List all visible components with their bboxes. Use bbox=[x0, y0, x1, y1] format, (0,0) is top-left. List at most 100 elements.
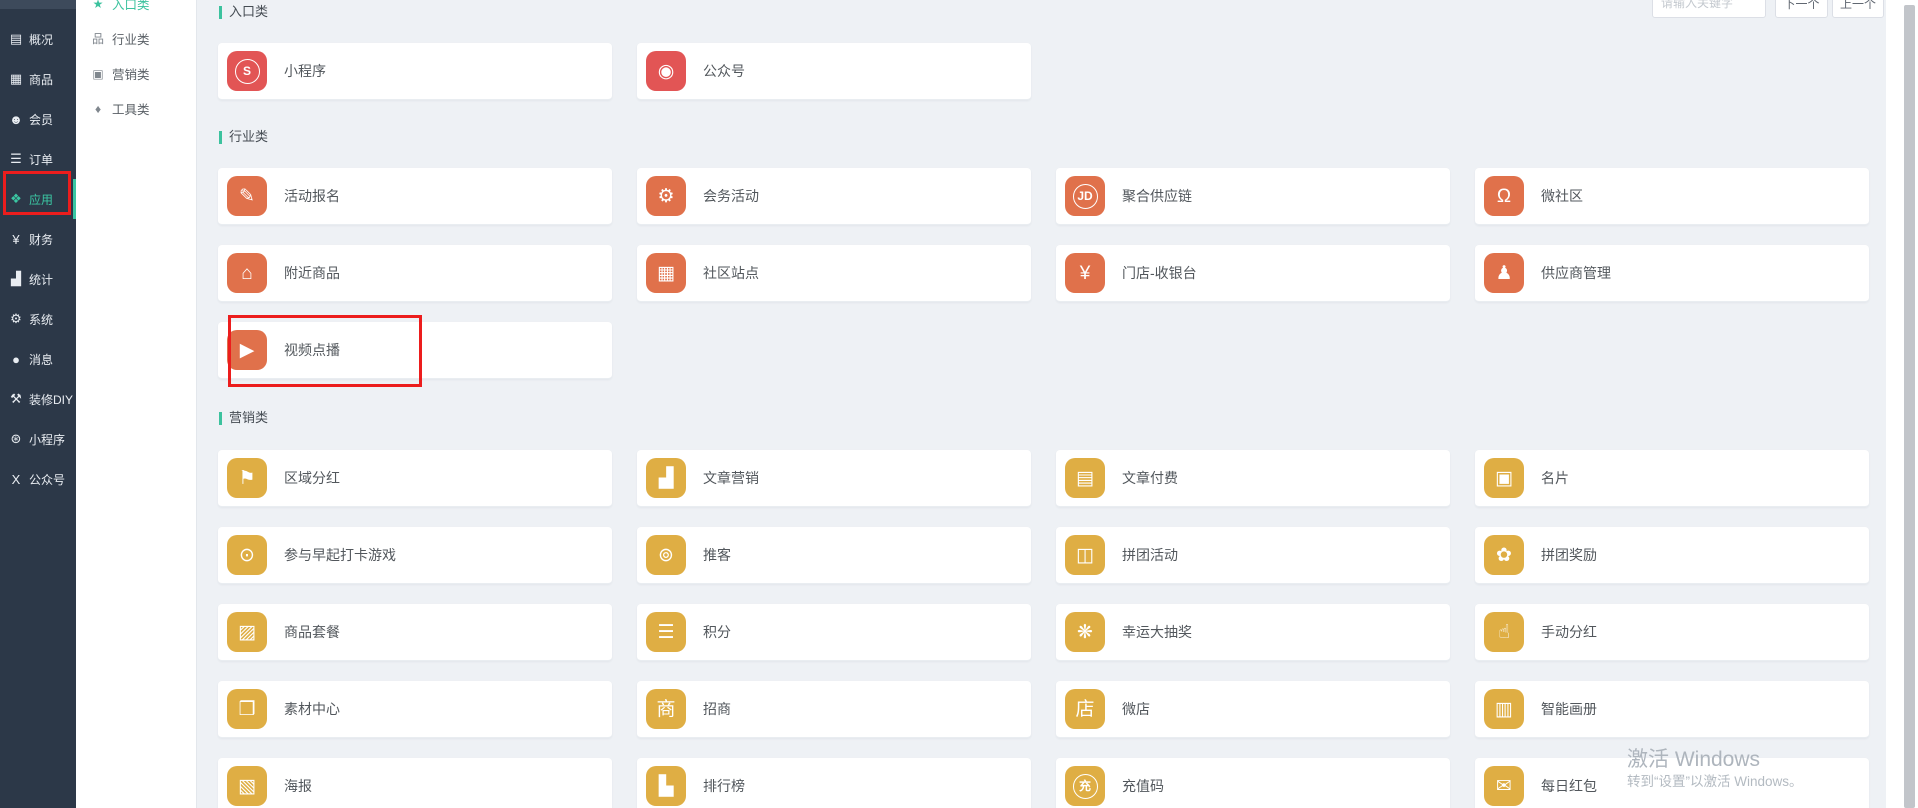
sidebar-item-official-account[interactable]: Χ 公众号 bbox=[0, 459, 76, 499]
app-card-group-reward[interactable]: ✿ 拼团奖励 bbox=[1475, 527, 1869, 584]
goods-icon: ▦ bbox=[8, 71, 24, 87]
app-card-label: 拼团奖励 bbox=[1541, 545, 1597, 565]
sidebar-item-diy[interactable]: ⚒ 装修DIY bbox=[0, 379, 76, 419]
sidebar-item-goods[interactable]: ▦ 商品 bbox=[0, 59, 76, 99]
sidebar-item-label: 财务 bbox=[29, 231, 53, 248]
sidebar-item-orders[interactable]: ☰ 订单 bbox=[0, 139, 76, 179]
app-card-lucky-draw[interactable]: ❋ 幸运大抽奖 bbox=[1056, 604, 1450, 661]
app-card-video-on-demand[interactable]: ▶ 视频点播 bbox=[218, 322, 612, 379]
category-item-tools[interactable]: ♦ 工具类 bbox=[76, 91, 196, 126]
app-card-ranking[interactable]: ▙ 排行榜 bbox=[637, 758, 1031, 808]
region-dividend-icon: ⚑ bbox=[227, 458, 267, 498]
app-card-poster[interactable]: ▧ 海报 bbox=[218, 758, 612, 808]
morning-checkin-game-icon: ⊙ bbox=[227, 535, 267, 575]
app-card-micro-store[interactable]: 店 微店 bbox=[1056, 681, 1450, 738]
section-accent-bar bbox=[219, 6, 222, 19]
daily-redpacket-icon: ✉ bbox=[1484, 766, 1524, 806]
sidebar-item-apps[interactable]: ❖ 应用 bbox=[0, 179, 76, 219]
app-card-label: 素材中心 bbox=[284, 699, 340, 719]
app-card-material-center[interactable]: ❒ 素材中心 bbox=[218, 681, 612, 738]
conference-icon: ⚙ bbox=[646, 176, 686, 216]
sidebar-item-stats[interactable]: ▟ 统计 bbox=[0, 259, 76, 299]
community-icon: Ω bbox=[1484, 176, 1524, 216]
app-card-label: 拼团活动 bbox=[1122, 545, 1178, 565]
app-card-daily-redpacket[interactable]: ✉ 每日红包 bbox=[1475, 758, 1869, 808]
app-card-conference[interactable]: ⚙ 会务活动 bbox=[637, 168, 1031, 225]
event-signup-icon: ✎ bbox=[227, 176, 267, 216]
nearby-goods-icon: ⌂ bbox=[227, 253, 267, 293]
app-card-community[interactable]: Ω 微社区 bbox=[1475, 168, 1869, 225]
app-card-smart-album[interactable]: ▥ 智能画册 bbox=[1475, 681, 1869, 738]
points-icon: ☰ bbox=[646, 612, 686, 652]
tools-category-icon: ♦ bbox=[91, 102, 105, 116]
section-accent-bar bbox=[219, 131, 222, 144]
sidebar-item-messages[interactable]: ● 消息 bbox=[0, 339, 76, 379]
sidebar-item-miniprogram[interactable]: ⊛ 小程序 bbox=[0, 419, 76, 459]
miniprogram-icon: S bbox=[227, 51, 267, 91]
app-card-nearby-goods[interactable]: ⌂ 附近商品 bbox=[218, 245, 612, 302]
app-card-article-marketing[interactable]: ▟ 文章营销 bbox=[637, 450, 1031, 507]
app-card-label: 公众号 bbox=[703, 61, 745, 81]
app-card-label: 会务活动 bbox=[703, 186, 759, 206]
app-card-article-pay[interactable]: ▤ 文章付费 bbox=[1056, 450, 1450, 507]
sidebar-item-overview[interactable]: ▤ 概况 bbox=[0, 19, 76, 59]
app-card-region-dividend[interactable]: ⚑ 区域分红 bbox=[218, 450, 612, 507]
app-card-manual-dividend[interactable]: ☝ 手动分红 bbox=[1475, 604, 1869, 661]
sidebar-top-strip bbox=[0, 0, 76, 9]
sidebar-item-label: 应用 bbox=[29, 191, 53, 208]
material-center-icon: ❒ bbox=[227, 689, 267, 729]
app-card-label: 供应商管理 bbox=[1541, 263, 1611, 283]
app-card-label: 视频点播 bbox=[284, 340, 340, 360]
app-card-recharge-code[interactable]: 充 充值码 bbox=[1056, 758, 1450, 808]
app-card-morning-checkin-game[interactable]: ⊙ 参与早起打卡游戏 bbox=[218, 527, 612, 584]
app-card-event-signup[interactable]: ✎ 活动报名 bbox=[218, 168, 612, 225]
category-item-entry[interactable]: ★ 入口类 bbox=[76, 0, 196, 21]
category-item-industry[interactable]: 品 行业类 bbox=[76, 21, 196, 56]
app-card-community-site[interactable]: ▦ 社区站点 bbox=[637, 245, 1031, 302]
app-card-label: 排行榜 bbox=[703, 776, 745, 796]
admin-app-market-page: ▤ 概况 ▦ 商品 ☻ 会员 ☰ 订单 ❖ 应用 ¥ 财务 bbox=[0, 0, 1918, 808]
sidebar-item-label: 订单 bbox=[29, 151, 53, 168]
app-card-supplier-mgmt[interactable]: ♟ 供应商管理 bbox=[1475, 245, 1869, 302]
overview-icon: ▤ bbox=[8, 31, 24, 47]
category-item-label: 营销类 bbox=[112, 64, 150, 83]
app-card-goods-package[interactable]: ▨ 商品套餐 bbox=[218, 604, 612, 661]
marketing-category-icon: ▣ bbox=[91, 67, 105, 81]
sidebar-item-system[interactable]: ⚙ 系统 bbox=[0, 299, 76, 339]
business-card-icon: ▣ bbox=[1484, 458, 1524, 498]
keyword-search-input[interactable] bbox=[1652, 0, 1766, 18]
category-item-marketing[interactable]: ▣ 营销类 bbox=[76, 56, 196, 91]
app-card-store-cashier[interactable]: ¥ 门店-收银台 bbox=[1056, 245, 1450, 302]
section-grid: ⚑ 区域分红 ▟ 文章营销 ▤ 文章付费 ▣ 名片 ⊙ bbox=[218, 450, 1869, 808]
goods-package-icon: ▨ bbox=[227, 612, 267, 652]
next-button[interactable]: 下一个 bbox=[1775, 0, 1828, 18]
ranking-icon: ▙ bbox=[646, 766, 686, 806]
section-header: 营销类 bbox=[219, 411, 268, 425]
orders-icon: ☰ bbox=[8, 151, 24, 167]
category-item-label: 行业类 bbox=[112, 29, 150, 48]
app-card-label: 幸运大抽奖 bbox=[1122, 622, 1192, 642]
main-sidebar: ▤ 概况 ▦ 商品 ☻ 会员 ☰ 订单 ❖ 应用 ¥ 财务 bbox=[0, 0, 76, 808]
app-card-business-card[interactable]: ▣ 名片 bbox=[1475, 450, 1869, 507]
video-on-demand-icon: ▶ bbox=[227, 330, 267, 370]
app-card-label: 门店-收银台 bbox=[1122, 263, 1197, 283]
app-card-official-account[interactable]: ◉ 公众号 bbox=[637, 43, 1031, 100]
app-card-miniprogram[interactable]: S 小程序 bbox=[218, 43, 612, 100]
app-card-investment[interactable]: 商 招商 bbox=[637, 681, 1031, 738]
miniprogram-icon: ⊛ bbox=[8, 431, 24, 447]
app-card-group-buy[interactable]: ◫ 拼团活动 bbox=[1056, 527, 1450, 584]
app-card-label: 每日红包 bbox=[1541, 776, 1597, 796]
app-card-label: 社区站点 bbox=[703, 263, 759, 283]
sidebar-item-finance[interactable]: ¥ 财务 bbox=[0, 219, 76, 259]
app-card-supply-chain[interactable]: JD 聚合供应链 bbox=[1056, 168, 1450, 225]
poster-icon: ▧ bbox=[227, 766, 267, 806]
app-card-points[interactable]: ☰ 积分 bbox=[637, 604, 1031, 661]
promoter-icon: ⊚ bbox=[646, 535, 686, 575]
prev-button[interactable]: 上一个 bbox=[1832, 0, 1884, 18]
scrollbar-thumb[interactable] bbox=[1904, 5, 1915, 808]
app-card-promoter[interactable]: ⊚ 推客 bbox=[637, 527, 1031, 584]
sidebar-item-members[interactable]: ☻ 会员 bbox=[0, 99, 76, 139]
group-buy-icon: ◫ bbox=[1065, 535, 1105, 575]
finance-icon: ¥ bbox=[8, 232, 24, 247]
article-marketing-icon: ▟ bbox=[646, 458, 686, 498]
